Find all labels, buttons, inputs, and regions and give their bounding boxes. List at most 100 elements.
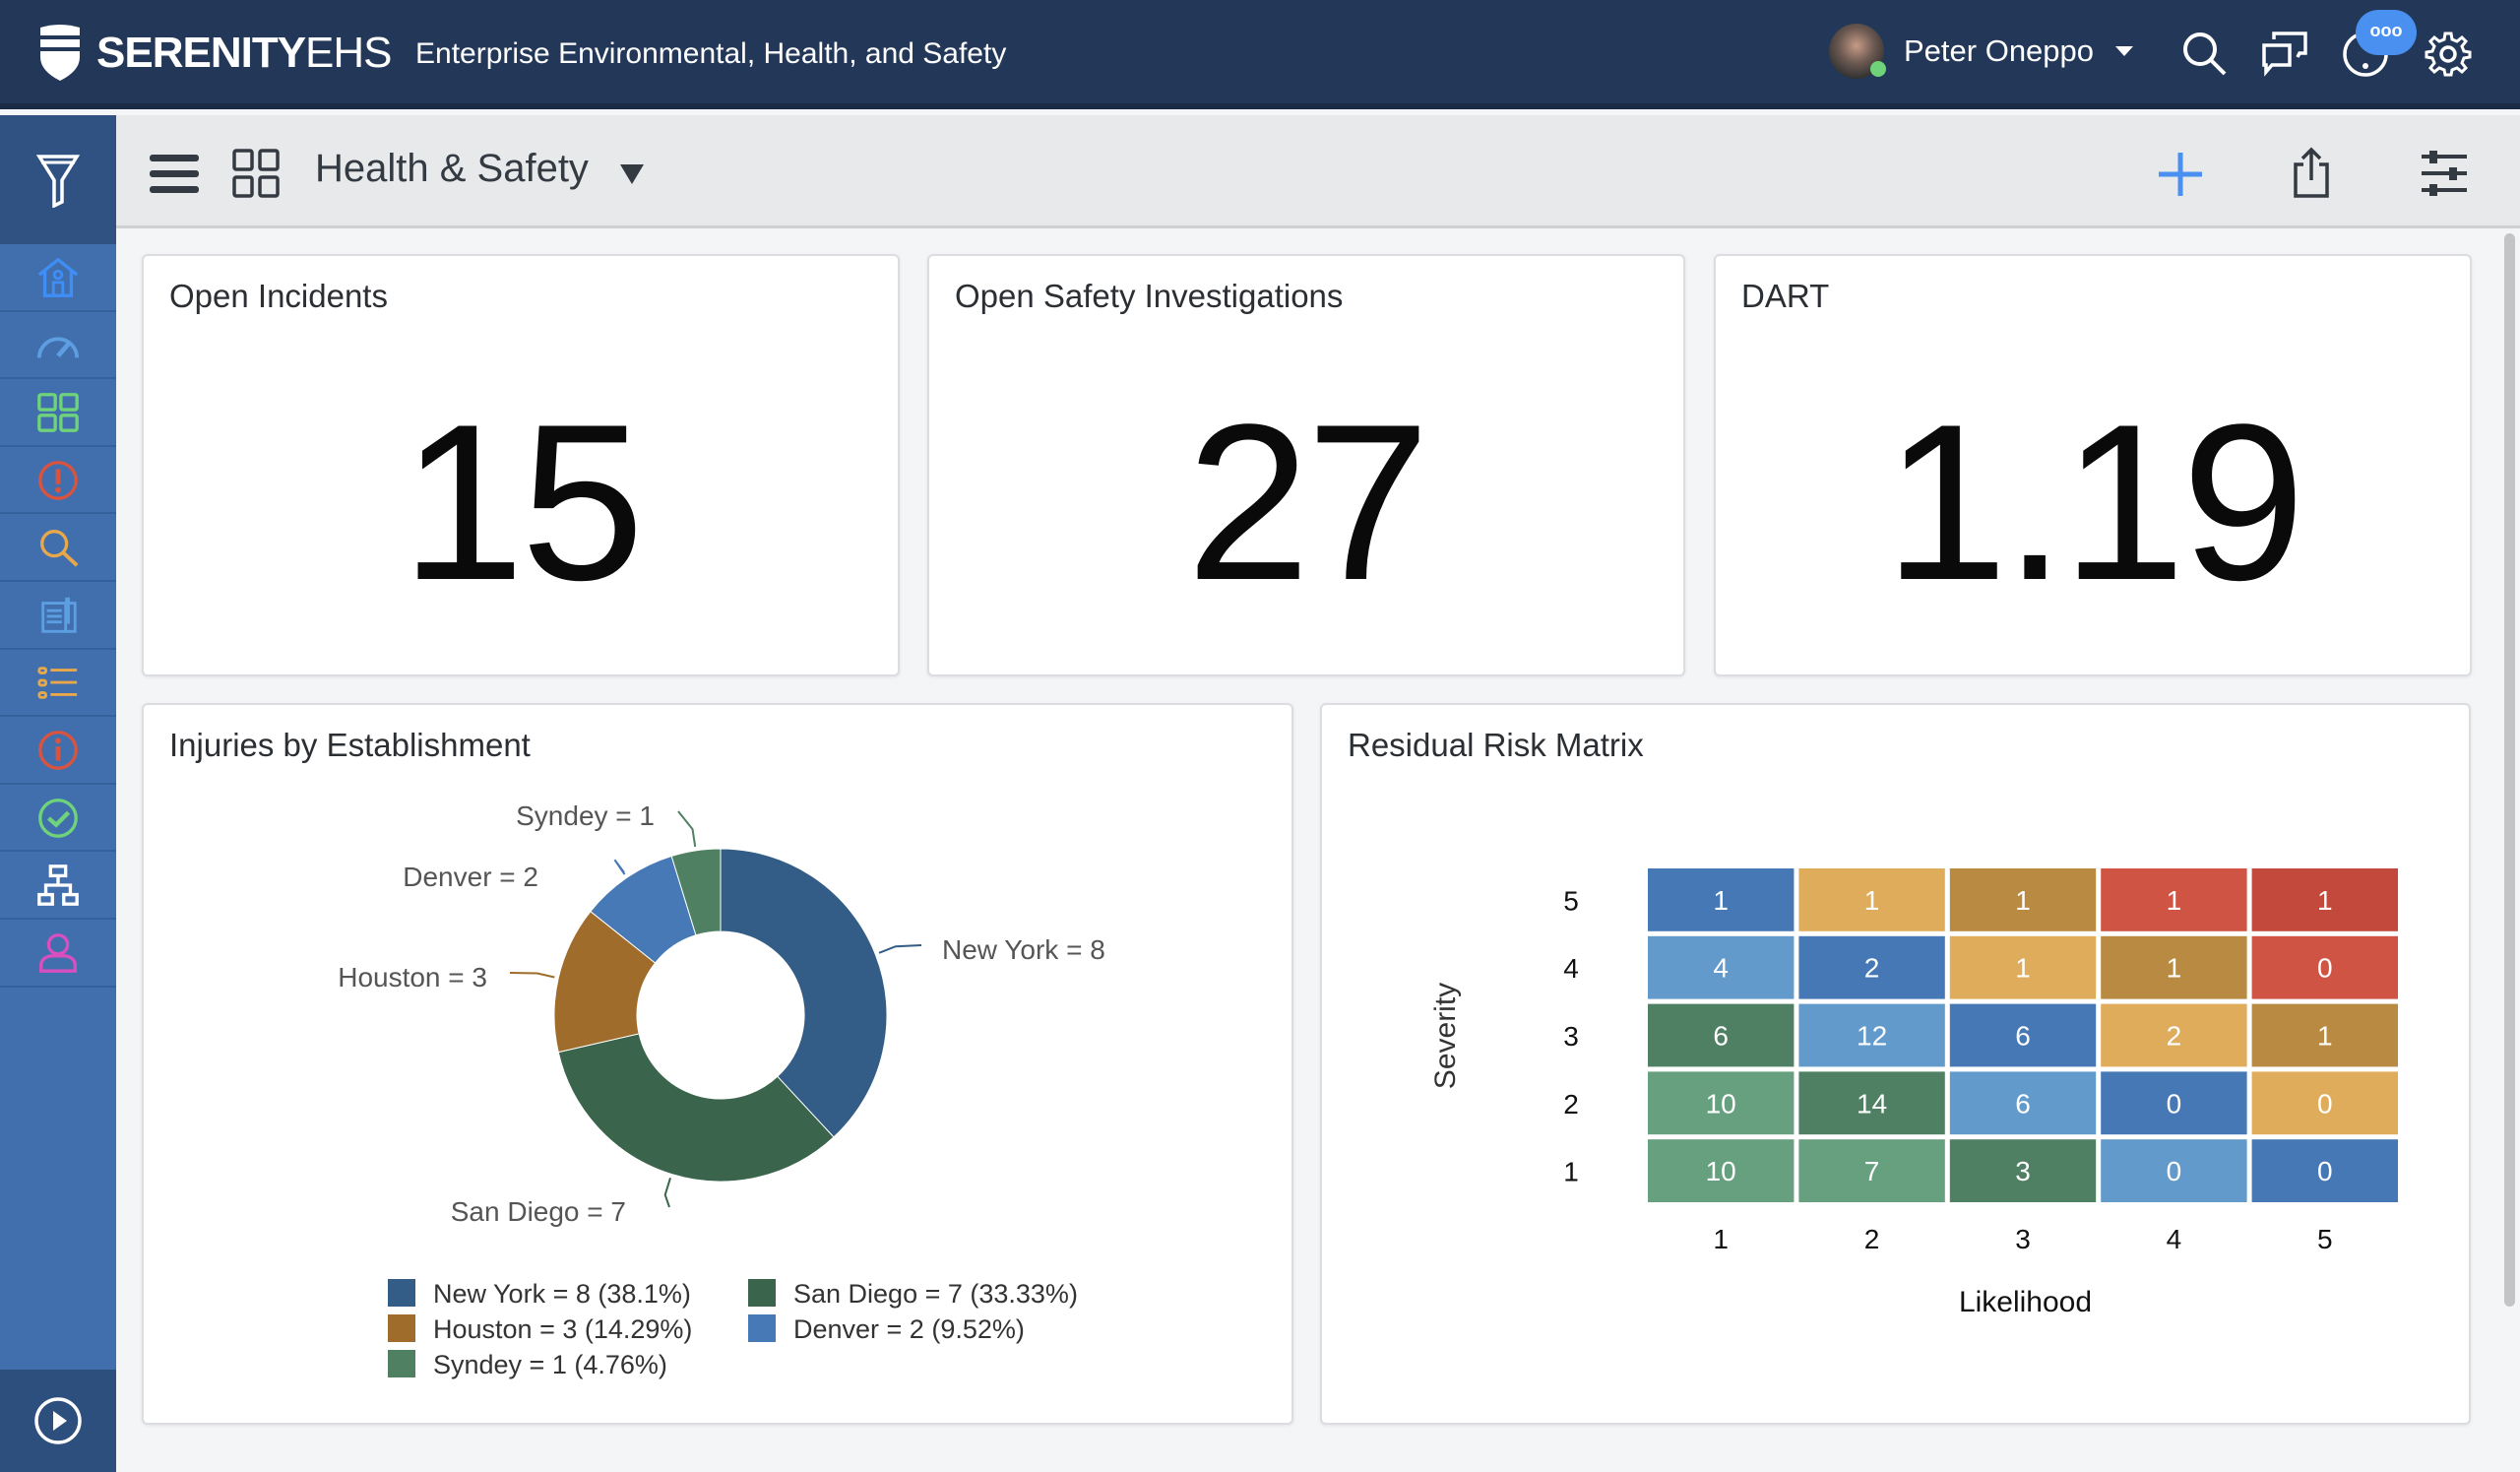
legend-label: Denver = 2 (9.52%) [793,1314,1025,1344]
kpi-card[interactable]: Open Incidents 15 [142,254,900,676]
menu-icon[interactable] [150,155,199,194]
check-circle-icon [38,799,78,838]
legend-label: San Diego = 7 (33.33%) [793,1279,1078,1309]
slice-label: Houston = 3 [338,962,487,992]
legend-item[interactable]: New York = 8 (38.1%) [388,1279,691,1309]
sidebar-item-home[interactable] [0,244,116,312]
legend-swatch [388,1314,415,1342]
org-chart-icon [37,864,79,906]
x-tick-label: 5 [2317,1224,2333,1254]
risk-matrix-chart: 1 1 1 1 14 2 1 1 06 12 6 2 110 14 6 0 010 7 3 0 0543211 2 3 4 5L… [1429,868,2398,1318]
cell-value: 3 [2015,1156,2031,1186]
x-tick-label: 1 [1713,1224,1729,1254]
risk-matrix-card: Residual Risk Matrix 1 1 1 1 1 4 2 1 1 0 6 12 6 2 1 10 1… [1320,703,2471,1425]
cell-value: 10 [1706,1088,1736,1119]
checklist-icon [37,667,78,699]
play-icon [34,1397,82,1444]
info-icon [38,731,78,771]
sidebar-item-checklist[interactable] [0,650,116,718]
cell-value: 0 [2317,1156,2333,1186]
slice-label: Syndey = 1 [516,800,655,831]
x-tick-label: 4 [2167,1224,2182,1254]
sidebar-item-search[interactable] [0,514,116,582]
legend-label: Houston = 3 (14.29%) [433,1314,692,1344]
sidebar-item-user[interactable] [0,920,116,988]
legend-item[interactable]: Syndey = 1 (4.76%) [388,1350,667,1379]
search-icon[interactable] [2180,30,2230,79]
scrollbar-thumb[interactable] [2504,233,2515,1307]
y-tick-label: 1 [1563,1157,1579,1187]
cell-value: 1 [2167,953,2182,984]
sidebar-item-alert[interactable] [0,447,116,515]
y-tick-label: 2 [1563,1089,1579,1120]
chevron-down-icon[interactable] [620,164,644,184]
sidebar [0,115,116,1472]
dashboard-gauge-icon [36,337,80,358]
kpi-card[interactable]: DART 1.19 [1714,254,2472,676]
legend-item[interactable]: San Diego = 7 (33.33%) [748,1279,1078,1309]
x-axis-label: Likelihood [1959,1286,2092,1318]
filter-button[interactable] [0,115,116,244]
legend-label: Syndey = 1 (4.76%) [433,1350,667,1379]
user-name: Peter Oneppo [1904,33,2095,68]
grid-view-icon[interactable] [232,149,280,198]
x-tick-label: 2 [1864,1224,1880,1254]
kpi-title: Open Incidents [169,278,388,314]
y-tick-label: 5 [1563,885,1579,916]
injuries-chart-card: Injuries by Establishment New York = 8 Sa… [142,703,1293,1425]
donut-slice-new-york[interactable] [720,848,888,1138]
play-button[interactable] [0,1370,116,1472]
toolbar: Health & Safety [116,115,2520,228]
chat-icon[interactable] [2260,30,2309,79]
user-menu[interactable]: Peter Oneppo [1829,24,2134,79]
add-icon[interactable] [2157,151,2204,198]
cell-value: 7 [1864,1156,1880,1186]
cell-value: 4 [1713,953,1729,984]
slice-label: New York = 8 [942,934,1105,965]
cell-value: 0 [2317,1088,2333,1119]
cell-value: 0 [2167,1156,2182,1186]
y-tick-label: 4 [1563,953,1579,984]
settings-sliders-icon[interactable] [2420,151,2469,196]
slice-label: Denver = 2 [403,862,538,892]
legend-item[interactable]: Houston = 3 (14.29%) [388,1314,692,1344]
cell-value: 6 [1713,1021,1729,1052]
x-tick-label: 3 [2015,1224,2031,1254]
kpi-title: Open Safety Investigations [955,278,1344,314]
cell-value: 1 [2015,885,2031,916]
cell-value: 2 [2167,1021,2182,1052]
cell-value: 1 [2317,885,2333,916]
online-status-dot [1870,61,1886,77]
sidebar-item-org-chart[interactable] [0,852,116,920]
sidebar-item-document[interactable] [0,582,116,650]
shield-logo-icon [40,25,80,81]
chat-badge[interactable]: ooo [2356,10,2417,55]
document-icon [41,598,77,633]
sidebar-item-dashboard-gauge[interactable] [0,312,116,380]
user-icon [39,933,77,974]
cell-value: 1 [2167,885,2182,916]
brand-suffix: EHS [305,29,392,77]
logo[interactable]: SERENITYEHS [35,24,393,83]
share-icon[interactable] [2292,147,2331,198]
home-icon [37,257,79,298]
sidebar-item-check-circle[interactable] [0,785,116,853]
sidebar-item-grid[interactable] [0,379,116,447]
donut-slice-san-diego[interactable] [557,1033,835,1183]
scrollbar[interactable] [2500,228,2520,1472]
kpi-title: DART [1741,278,1830,314]
leader-line [878,944,922,954]
legend-swatch [748,1314,776,1342]
cell-value: 1 [1864,885,1880,916]
slice-label: San Diego = 7 [451,1196,626,1227]
sidebar-item-info[interactable] [0,717,116,785]
y-axis-label: Severity [1429,983,1462,1089]
legend-item[interactable]: Denver = 2 (9.52%) [748,1314,1025,1344]
kpi-card[interactable]: Open Safety Investigations 27 [927,254,1685,676]
legend-swatch [748,1279,776,1307]
leader-line [663,1178,671,1208]
avatar [1829,24,1886,79]
gear-icon[interactable] [2424,30,2473,79]
cell-value: 10 [1706,1156,1736,1186]
cell-value: 2 [1864,953,1880,984]
